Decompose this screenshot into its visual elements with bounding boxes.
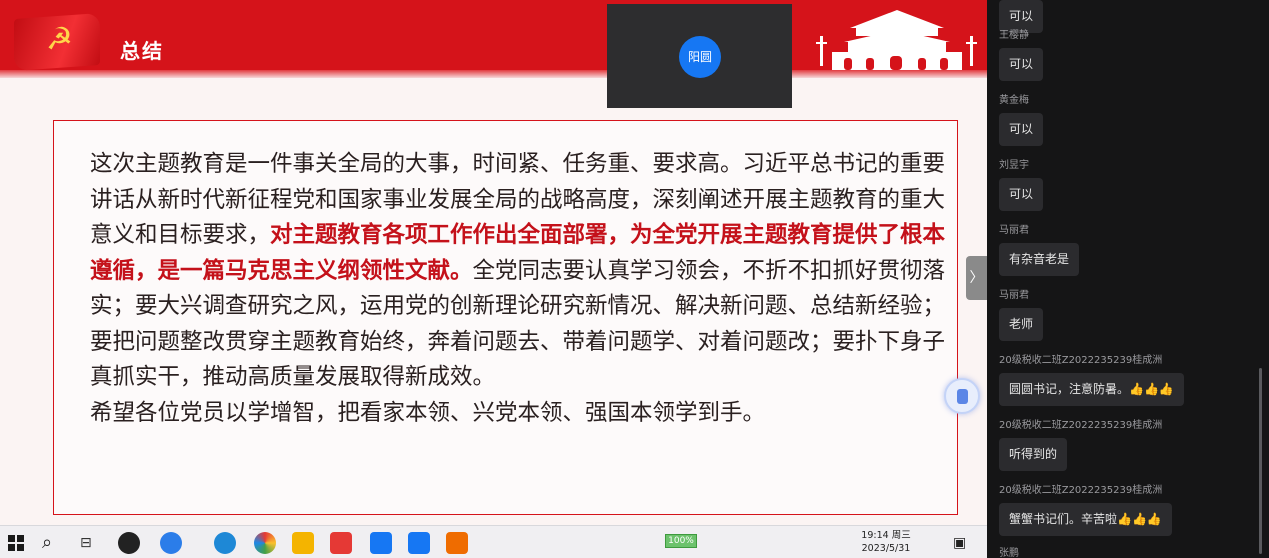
windows-taskbar: ⌕ ⊟ 100% 19:14 周三 2023/5/31 ▣	[0, 525, 987, 558]
chat-bubble[interactable]: 圆圆书记，注意防暑。👍👍👍	[999, 373, 1184, 406]
chat-sender: 刘昱宇	[999, 160, 1029, 171]
chat-sender: 20级税收二班Z2022235239桂成洲	[999, 420, 1163, 431]
clock-time: 19:14 周三	[861, 530, 911, 541]
chat-message: 20级税收二班Z2022235239桂成洲 蟹蟹书记们。辛苦啦👍👍👍	[999, 484, 1172, 536]
chat-bubble[interactable]: 蟹蟹书记们。辛苦啦👍👍👍	[999, 503, 1172, 536]
participant-avatar: 阳圆	[679, 36, 721, 78]
presentation-app-icon[interactable]	[446, 532, 468, 554]
clock-date: 2023/5/31	[861, 543, 911, 554]
search-icon[interactable]: ⌕	[42, 532, 64, 554]
chat-bubble[interactable]: 可以	[999, 113, 1044, 146]
chat-bubble[interactable]: 有杂音老是	[999, 243, 1080, 276]
system-clock[interactable]: 19:14 周三 2023/5/31	[860, 529, 912, 555]
chat-sender: 20级税收二班Z2022235239桂成洲	[999, 485, 1163, 496]
chat-message: 黄金梅 可以	[999, 94, 1044, 146]
chat-sender: 张鹏	[999, 548, 1019, 558]
participant-video-tile[interactable]: 阳圆	[607, 4, 792, 108]
floating-assistant-icon[interactable]	[944, 378, 980, 414]
edge-browser-icon[interactable]	[214, 532, 236, 554]
header-divider	[0, 70, 987, 78]
chat-bubble[interactable]: 听得到的	[999, 438, 1068, 471]
presentation-slide: ☭ 总结 这次主题教育是一件事关全局的大事，时间紧、任务重、要求高。习近平总书记…	[0, 0, 987, 525]
chrome-browser-icon[interactable]	[254, 532, 276, 554]
chat-sender: 马丽君	[999, 225, 1029, 236]
chat-bubble[interactable]: 可以	[999, 48, 1044, 81]
ie-browser-icon[interactable]	[160, 532, 182, 554]
slide-title: 总结	[120, 39, 164, 63]
wps-office-icon[interactable]	[330, 532, 352, 554]
body-text-closing: 希望各位党员以学增智，把看家本领、兴党本领、强国本领学到手。	[90, 399, 766, 426]
slide-body-text: 这次主题教育是一件事关全局的大事，时间紧、任务重、要求高。习近平总书记的重要讲话…	[90, 147, 950, 431]
chat-sender: 黄金梅	[999, 95, 1029, 106]
chat-sender: 马丽君	[999, 290, 1029, 301]
notification-icon[interactable]: ▣	[953, 532, 975, 554]
party-flag-icon: ☭	[14, 12, 100, 72]
chat-message: 马丽君 老师	[999, 289, 1044, 341]
chat-sender: 20级税收二班Z2022235239桂成洲	[999, 355, 1163, 366]
chat-sender: 王樱静	[999, 30, 1029, 41]
chat-message: 张鹏	[999, 547, 1019, 558]
chat-message: 刘昱宇 可以	[999, 159, 1044, 211]
collapse-panel-button[interactable]: 〉	[966, 256, 987, 300]
chat-message: 20级税收二班Z2022235239桂成洲 听得到的	[999, 419, 1162, 471]
chat-bubble[interactable]: 可以	[999, 178, 1044, 211]
chat-message: 王樱静 可以	[999, 29, 1044, 81]
chat-message: 20级税收二班Z2022235239桂成洲 圆圆书记，注意防暑。👍👍👍	[999, 354, 1184, 406]
hammer-sickle-icon: ☭	[46, 20, 73, 58]
content-frame: 这次主题教育是一件事关全局的大事，时间紧、任务重、要求高。习近平总书记的重要讲话…	[53, 120, 958, 515]
video-app-icon[interactable]	[408, 532, 430, 554]
task-view-icon[interactable]: ⊟	[80, 532, 102, 554]
file-explorer-icon[interactable]	[292, 532, 314, 554]
chat-panel: 可以 王樱静 可以 黄金梅 可以 刘昱宇 可以 马丽君 有杂音老是 马丽君 老师…	[987, 0, 1269, 558]
chat-scrollbar[interactable]	[1259, 368, 1262, 554]
chat-bubble[interactable]: 老师	[999, 308, 1044, 341]
battery-indicator[interactable]: 100%	[665, 534, 697, 548]
tiananmen-gate-icon	[816, 10, 977, 70]
meeting-app-icon[interactable]	[370, 532, 392, 554]
app-icon[interactable]	[118, 532, 140, 554]
windows-start-icon[interactable]	[8, 535, 24, 551]
chat-message: 马丽君 有杂音老是	[999, 224, 1080, 276]
